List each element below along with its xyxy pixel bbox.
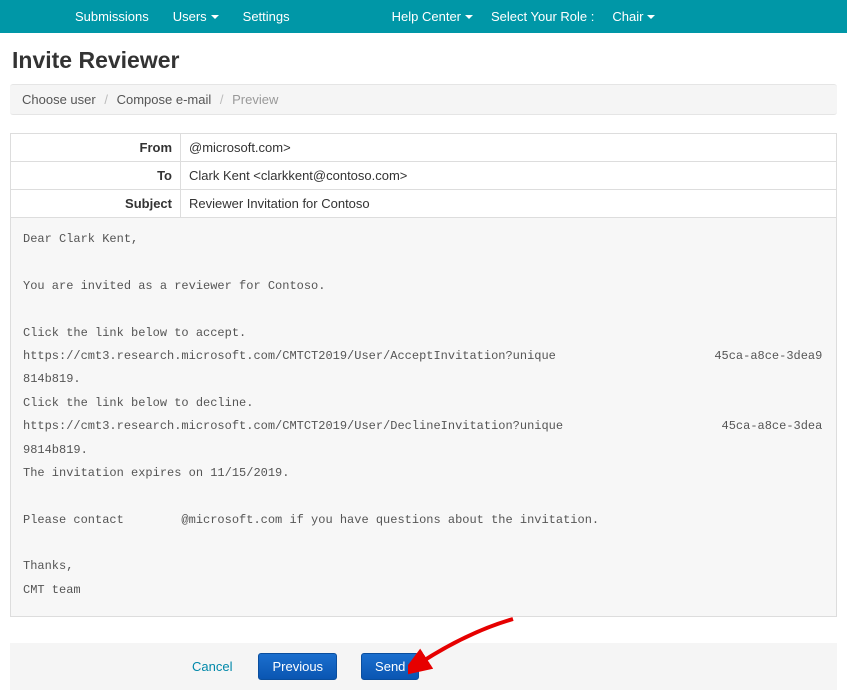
table-row: Subject Reviewer Invitation for Contoso bbox=[11, 190, 837, 218]
nav-label: Help Center bbox=[392, 9, 461, 24]
subject-label: Subject bbox=[11, 190, 181, 218]
table-row: To Clark Kent <clarkkent@contoso.com> bbox=[11, 162, 837, 190]
email-preview-panel: From @microsoft.com> To Clark Kent <clar… bbox=[10, 133, 837, 617]
chevron-down-icon bbox=[647, 15, 655, 19]
topbar-left: Submissions Users Settings bbox=[63, 9, 302, 24]
nav-settings[interactable]: Settings bbox=[231, 9, 302, 24]
breadcrumb: Choose user / Compose e-mail / Preview bbox=[10, 84, 837, 115]
to-value: Clark Kent <clarkkent@contoso.com> bbox=[181, 162, 837, 190]
cancel-button[interactable]: Cancel bbox=[190, 654, 234, 679]
subject-value: Reviewer Invitation for Contoso bbox=[181, 190, 837, 218]
nav-users[interactable]: Users bbox=[161, 9, 231, 24]
nav-help-center[interactable]: Help Center bbox=[380, 9, 485, 24]
from-value: @microsoft.com> bbox=[181, 134, 837, 162]
table-row: From @microsoft.com> bbox=[11, 134, 837, 162]
breadcrumb-sep: / bbox=[215, 92, 229, 107]
chevron-down-icon bbox=[465, 15, 473, 19]
email-header-table: From @microsoft.com> To Clark Kent <clar… bbox=[10, 133, 837, 218]
role-value: Chair bbox=[612, 9, 643, 24]
role-select-label: Select Your Role : bbox=[485, 9, 600, 24]
previous-button[interactable]: Previous bbox=[258, 653, 337, 680]
annotation-arrow bbox=[408, 617, 518, 687]
page-title: Invite Reviewer bbox=[0, 33, 847, 84]
breadcrumb-step-3: Preview bbox=[232, 92, 278, 107]
from-label: From bbox=[11, 134, 181, 162]
nav-label: Submissions bbox=[75, 9, 149, 24]
breadcrumb-step-1[interactable]: Choose user bbox=[22, 92, 96, 107]
role-select[interactable]: Chair bbox=[600, 9, 667, 24]
email-body-text: Dear Clark Kent, You are invited as a re… bbox=[23, 228, 824, 602]
nav-label: Users bbox=[173, 9, 207, 24]
to-label: To bbox=[11, 162, 181, 190]
breadcrumb-step-2[interactable]: Compose e-mail bbox=[117, 92, 212, 107]
breadcrumb-sep: / bbox=[99, 92, 113, 107]
action-bar: Cancel Previous Send bbox=[10, 643, 837, 690]
chevron-down-icon bbox=[211, 15, 219, 19]
nav-submissions[interactable]: Submissions bbox=[63, 9, 161, 24]
topbar: Submissions Users Settings Help Center S… bbox=[0, 0, 847, 33]
nav-label: Settings bbox=[243, 9, 290, 24]
email-body: Dear Clark Kent, You are invited as a re… bbox=[10, 218, 837, 617]
send-button[interactable]: Send bbox=[361, 653, 419, 680]
